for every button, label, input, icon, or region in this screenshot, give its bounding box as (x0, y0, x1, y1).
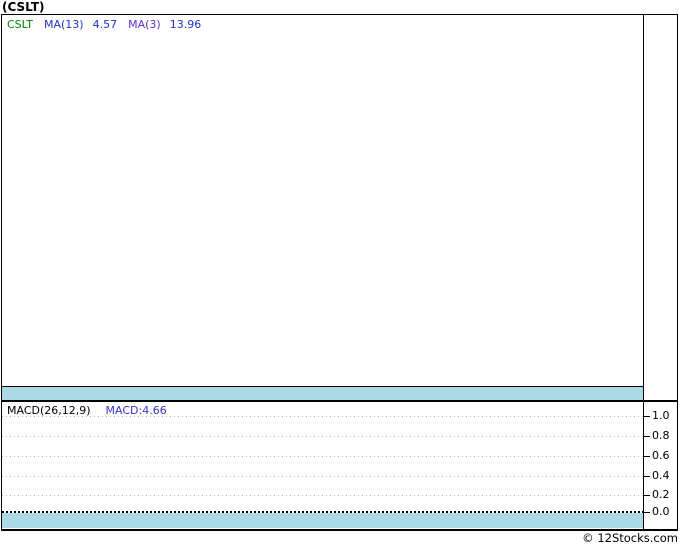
ma3-label: MA(3) (128, 18, 161, 31)
axis-tick-label: 0.8 (652, 429, 670, 442)
price-panel-legend: CSLT MA(13) 4.57 MA(3) 13.96 (7, 18, 201, 31)
macd-gridline-0.2 (2, 495, 643, 496)
macd-bottom-band (2, 513, 643, 528)
ma13-value: 4.57 (92, 18, 118, 31)
macd-gridline-0.4 (2, 476, 643, 477)
axis-tick (643, 436, 650, 437)
axis-tick-label: 0.0 (652, 505, 670, 518)
chart-frame: CSLT MA(13) 4.57 MA(3) 13.96 MACD(26,12,9) MA… (1, 14, 678, 531)
macd-gridline-0.8 (2, 436, 643, 437)
copyright-watermark: © 12Stocks.com (582, 531, 678, 545)
macd-gridline-0.6 (2, 456, 643, 457)
macd-gridline-1.0 (2, 416, 643, 417)
volume-band (2, 386, 643, 400)
axis-tick-label: 0.2 (652, 488, 670, 501)
y-axis-line (643, 15, 644, 529)
axis-tick (643, 512, 650, 513)
ma3-value: 13.96 (169, 18, 202, 31)
axis-tick-label: 0.6 (652, 449, 670, 462)
axis-tick (643, 476, 650, 477)
ma13-label: MA(13) (44, 18, 84, 31)
panel-separator-line (2, 400, 677, 402)
axis-tick-label: 0.4 (652, 469, 670, 482)
ticker-symbol-label: CSLT (7, 18, 33, 31)
axis-tick (643, 456, 650, 457)
axis-tick (643, 495, 650, 496)
axis-tick-label: 1.0 (652, 409, 670, 422)
axis-tick (643, 416, 650, 417)
chart-title: (CSLT) (2, 0, 45, 14)
